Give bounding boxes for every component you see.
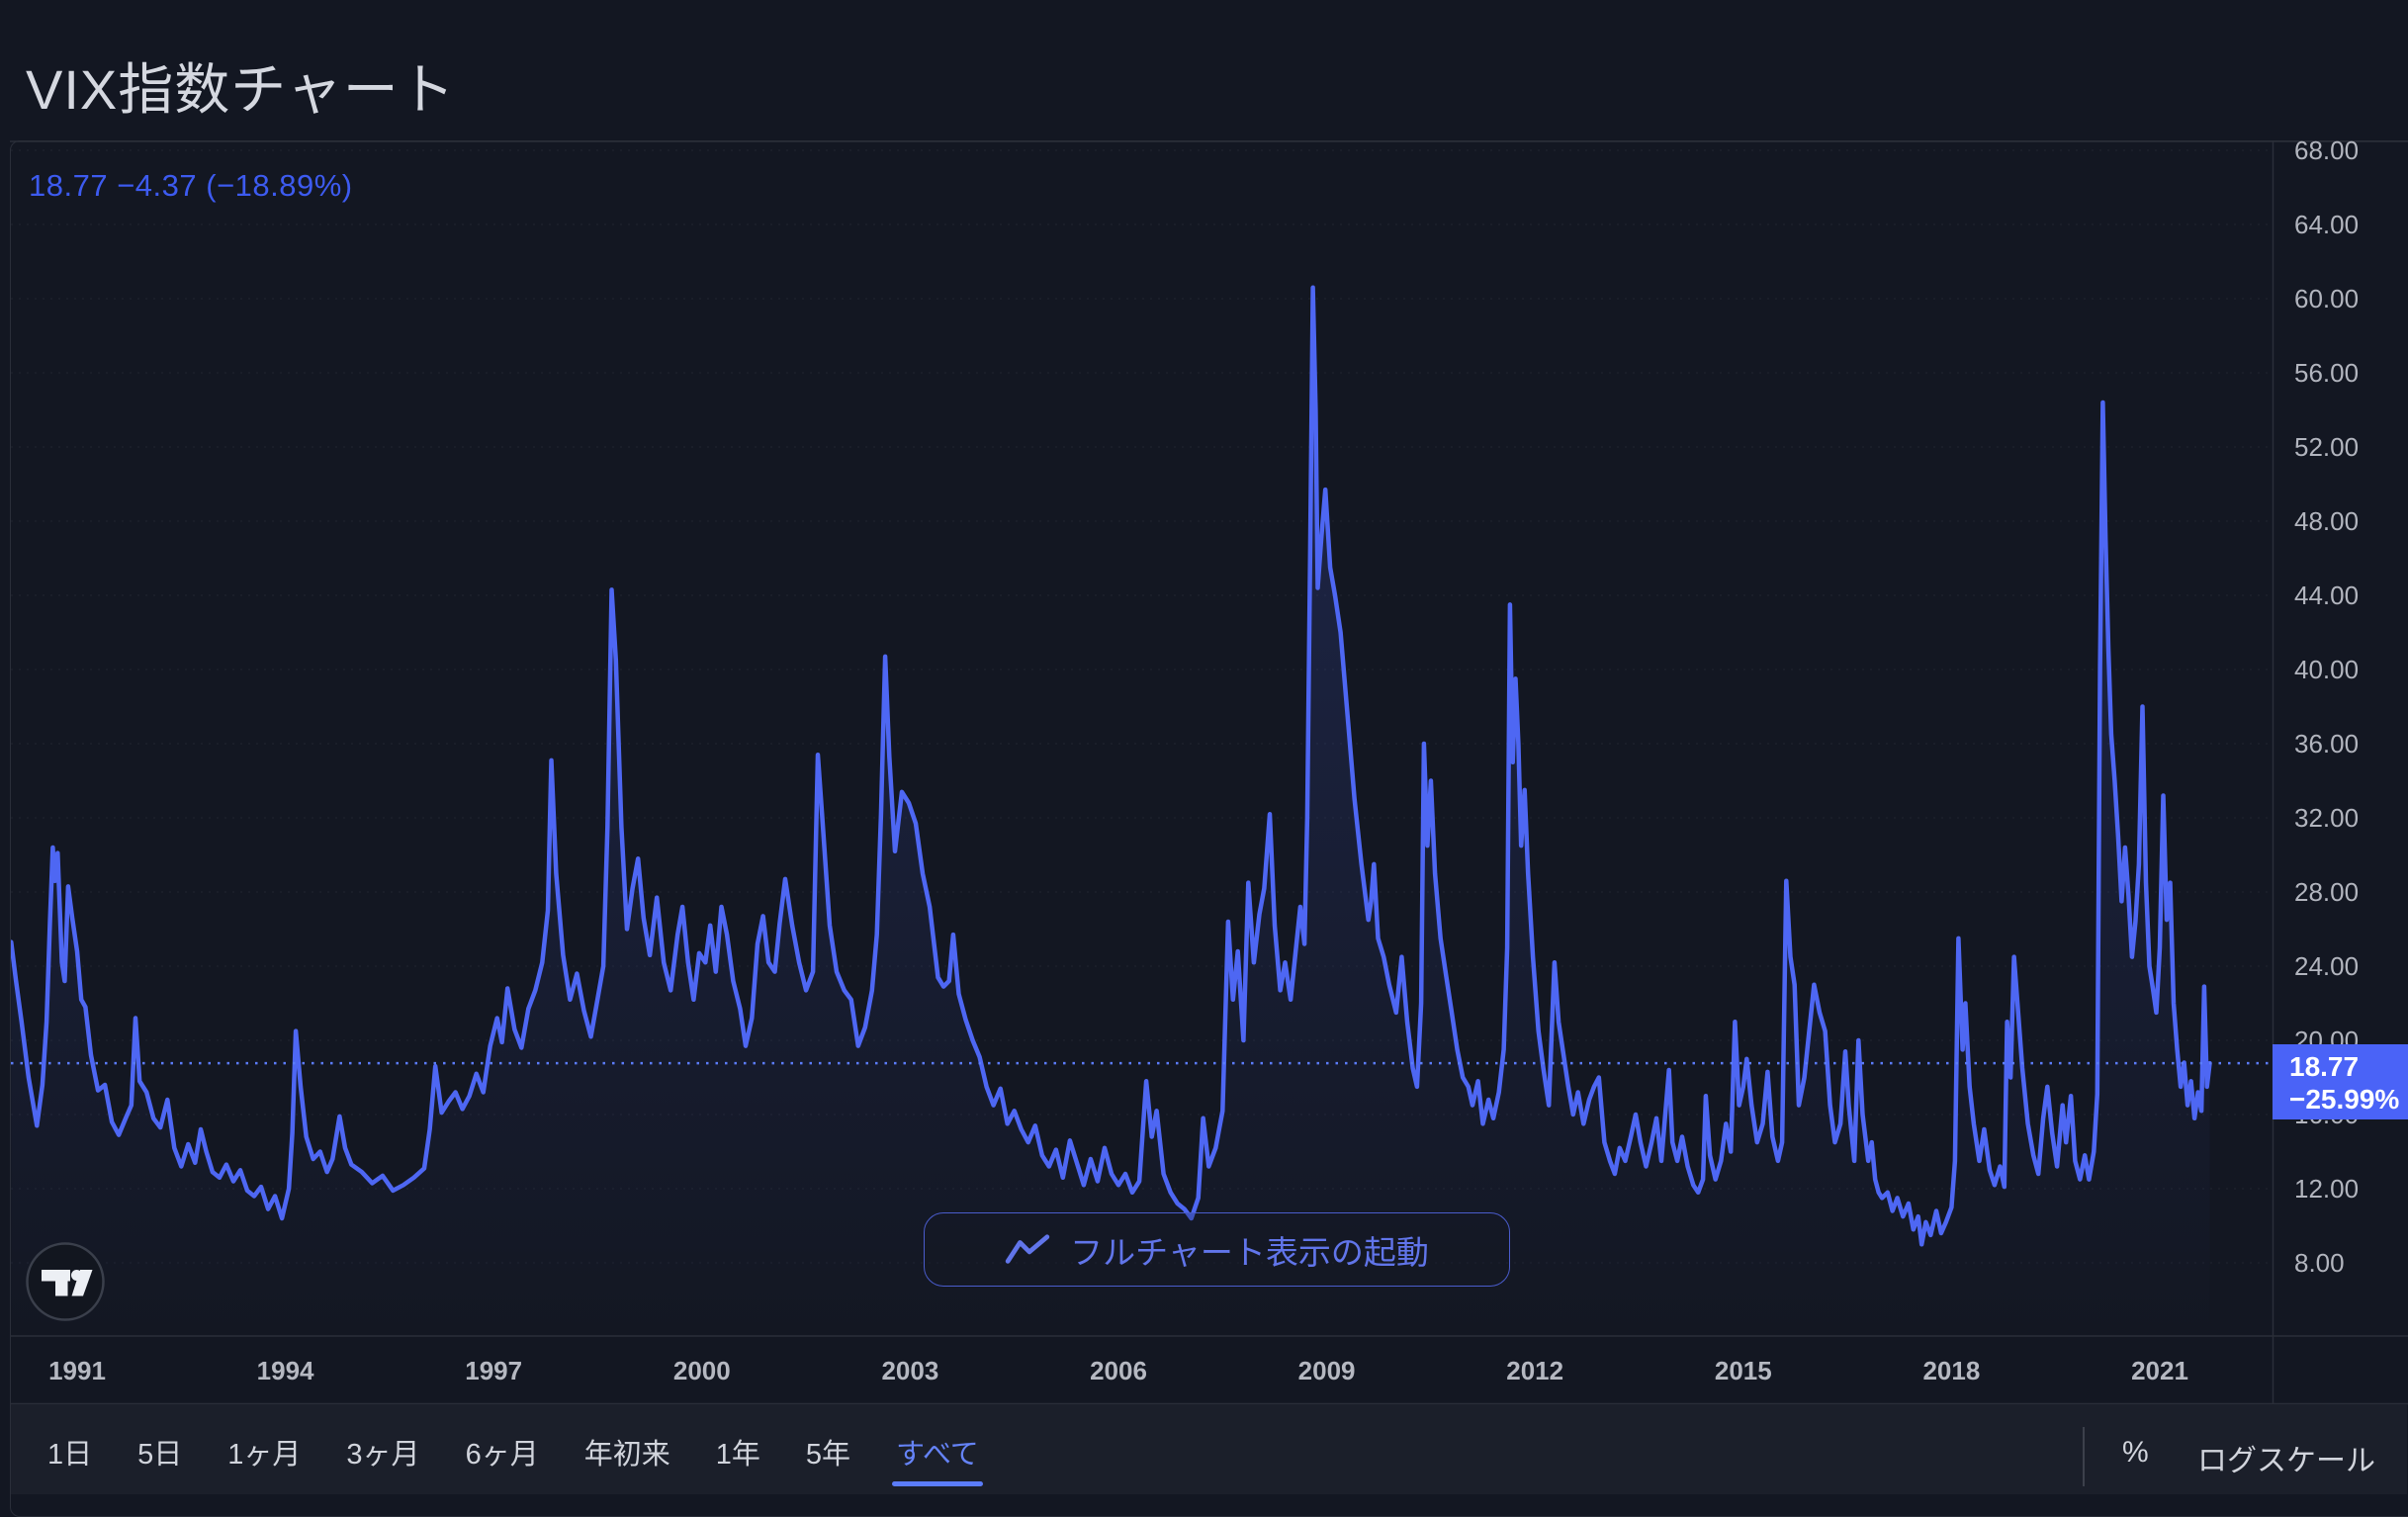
x-axis-label: 2012 [1506,1356,1564,1385]
y-axis-label: 12.00 [2294,1174,2360,1204]
range-tab-5日[interactable]: 5日 [137,1431,182,1472]
range-tab-1ヶ月[interactable]: 1ヶ月 [227,1431,301,1472]
y-axis-label: 32.00 [2294,803,2360,833]
x-axis-label: 2000 [672,1356,731,1385]
y-axis-label: 56.00 [2294,358,2360,388]
x-axis-label: 2018 [1922,1356,1981,1385]
logo-t-bar [42,1270,70,1282]
y-axis-label: 60.00 [2294,284,2360,313]
line-chart-zigzag-icon [1005,1233,1050,1264]
y-axis-label: 52.00 [2294,432,2360,462]
last-price-value: 18.77 [2289,1051,2360,1082]
y-axis-label: 40.00 [2294,655,2360,684]
last-price-change: −25.99% [2289,1084,2400,1115]
range-tab-3ヶ月[interactable]: 3ヶ月 [346,1431,419,1472]
x-axis-label: 1994 [256,1356,314,1385]
symbol-legend-values: 18.77 −4.37 (−18.89%) [29,168,353,203]
grid-lines [11,149,2273,1264]
y-axis-label: 36.00 [2294,729,2360,758]
range-tab-年初来[interactable]: 年初来 [584,1431,670,1472]
x-axis-label: 1997 [465,1356,523,1385]
range-tab-5年[interactable]: 5年 [806,1431,850,1472]
range-tab-6ヶ月[interactable]: 6ヶ月 [466,1431,539,1472]
y-axis-label: 64.00 [2294,210,2360,239]
vix-line [11,285,2212,1247]
y-axis-label: 24.00 [2294,951,2360,981]
range-tab-すべて[interactable]: すべて [892,1431,983,1486]
x-axis-label: 2009 [1297,1356,1356,1385]
tradingview-logo[interactable] [26,1242,105,1321]
last-price-label: 18.77 −25.99% [2273,1044,2408,1119]
x-axis-label: 2021 [2131,1356,2188,1385]
x-axis-label: 2003 [881,1356,939,1385]
launch-full-chart-label: フルチャート表示の起動 [1070,1233,1429,1271]
y-axis-label: 44.00 [2294,580,2360,610]
y-axis-label: 48.00 [2294,506,2360,536]
launch-full-chart-button[interactable]: フルチャート表示の起動 [924,1212,1510,1287]
logo-t-leg [55,1281,68,1296]
percent-scale-button[interactable]: % [2122,1436,2149,1470]
time-range-tabs: 1日 5日 1ヶ月 3ヶ月 6ヶ月 年初来 1年 5年 すべて [47,1424,983,1486]
range-tab-1年[interactable]: 1年 [716,1431,760,1472]
vix-area-fill [11,287,2210,1336]
toolbar-divider [2083,1427,2085,1486]
x-axis-label: 2006 [1090,1356,1147,1385]
log-scale-button[interactable]: ログスケール [2197,1436,2375,1479]
y-axis-label: 68.00 [2294,135,2360,165]
y-axis-label: 28.00 [2294,877,2360,907]
y-axis-label: 8.00 [2294,1248,2345,1278]
range-tab-1日[interactable]: 1日 [47,1431,92,1472]
x-axis-label: 1991 [48,1356,106,1385]
x-axis-label: 2015 [1714,1356,1772,1385]
